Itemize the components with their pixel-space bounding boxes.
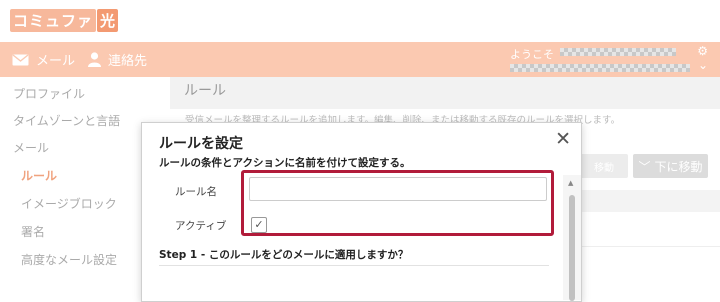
logo-hikari: 光 [97, 8, 119, 32]
page-title: ルール [170, 77, 720, 109]
gear-icon[interactable]: ⚙ [697, 44, 708, 58]
move-down-button[interactable]: ﹀ 下に移動 [633, 154, 708, 178]
divider [575, 246, 720, 247]
move-up-button[interactable]: 移動 [580, 154, 628, 178]
sidebar-item-advanced-mail[interactable]: 高度なメール設定 [21, 251, 117, 268]
account-redacted [510, 64, 690, 72]
username-redacted [560, 48, 676, 56]
move-down-label: 下に移動 [654, 159, 703, 174]
sidebar-item-mail[interactable]: メール [13, 139, 49, 156]
divider [159, 265, 549, 266]
top-nav: メール 連絡先 ようこそ ⚙ ⌄ [0, 42, 720, 77]
scrollbar-thumb[interactable] [569, 195, 575, 301]
envelope-icon [12, 53, 29, 65]
person-icon [88, 52, 101, 67]
logo-bar: コミュファ 光 [0, 0, 720, 42]
nav-mail-label: メール [36, 54, 76, 69]
step1-heading: Step 1 - このルールをどのメールに適用しますか？ [159, 249, 409, 261]
logo-text: コミュファ [10, 8, 97, 32]
chevron-down-icon: ﹀ [638, 159, 651, 174]
active-label: アクティブ [175, 220, 227, 232]
brand-logo[interactable]: コミュファ 光 [10, 8, 119, 32]
rule-name-label: ルール名 [175, 186, 217, 198]
sidebar-item-rules[interactable]: ルール [21, 167, 57, 184]
rules-list-header [575, 190, 720, 212]
dialog-title: ルールを設定 [159, 136, 243, 152]
welcome-text: ようこそ [510, 48, 554, 61]
highlight-annotation-box [241, 170, 554, 236]
scroll-up-icon[interactable]: ▲ [568, 179, 573, 187]
move-up-label: 移動 [594, 162, 614, 174]
nav-contacts-label: 連絡先 [108, 54, 148, 69]
dialog-subtitle: ルールの条件とアクションに名前を付けて設定する。 [159, 157, 411, 169]
nav-contacts[interactable]: 連絡先 [88, 42, 147, 77]
rule-settings-dialog: ルールを設定 ✕ ルールの条件とアクションに名前を付けて設定する。 ▲ ルール名… [141, 122, 582, 302]
chevron-down-icon[interactable]: ⌄ [698, 58, 708, 72]
sidebar-item-timezone-language[interactable]: タイムゾーンと言語 [13, 112, 120, 129]
sidebar-item-signature[interactable]: 署名 [21, 223, 45, 240]
nav-mail[interactable]: メール [12, 42, 75, 77]
sidebar-item-image-block[interactable]: イメージブロック [21, 195, 117, 212]
sidebar-item-profile[interactable]: プロファイル [13, 85, 85, 102]
close-icon[interactable]: ✕ [555, 130, 571, 149]
